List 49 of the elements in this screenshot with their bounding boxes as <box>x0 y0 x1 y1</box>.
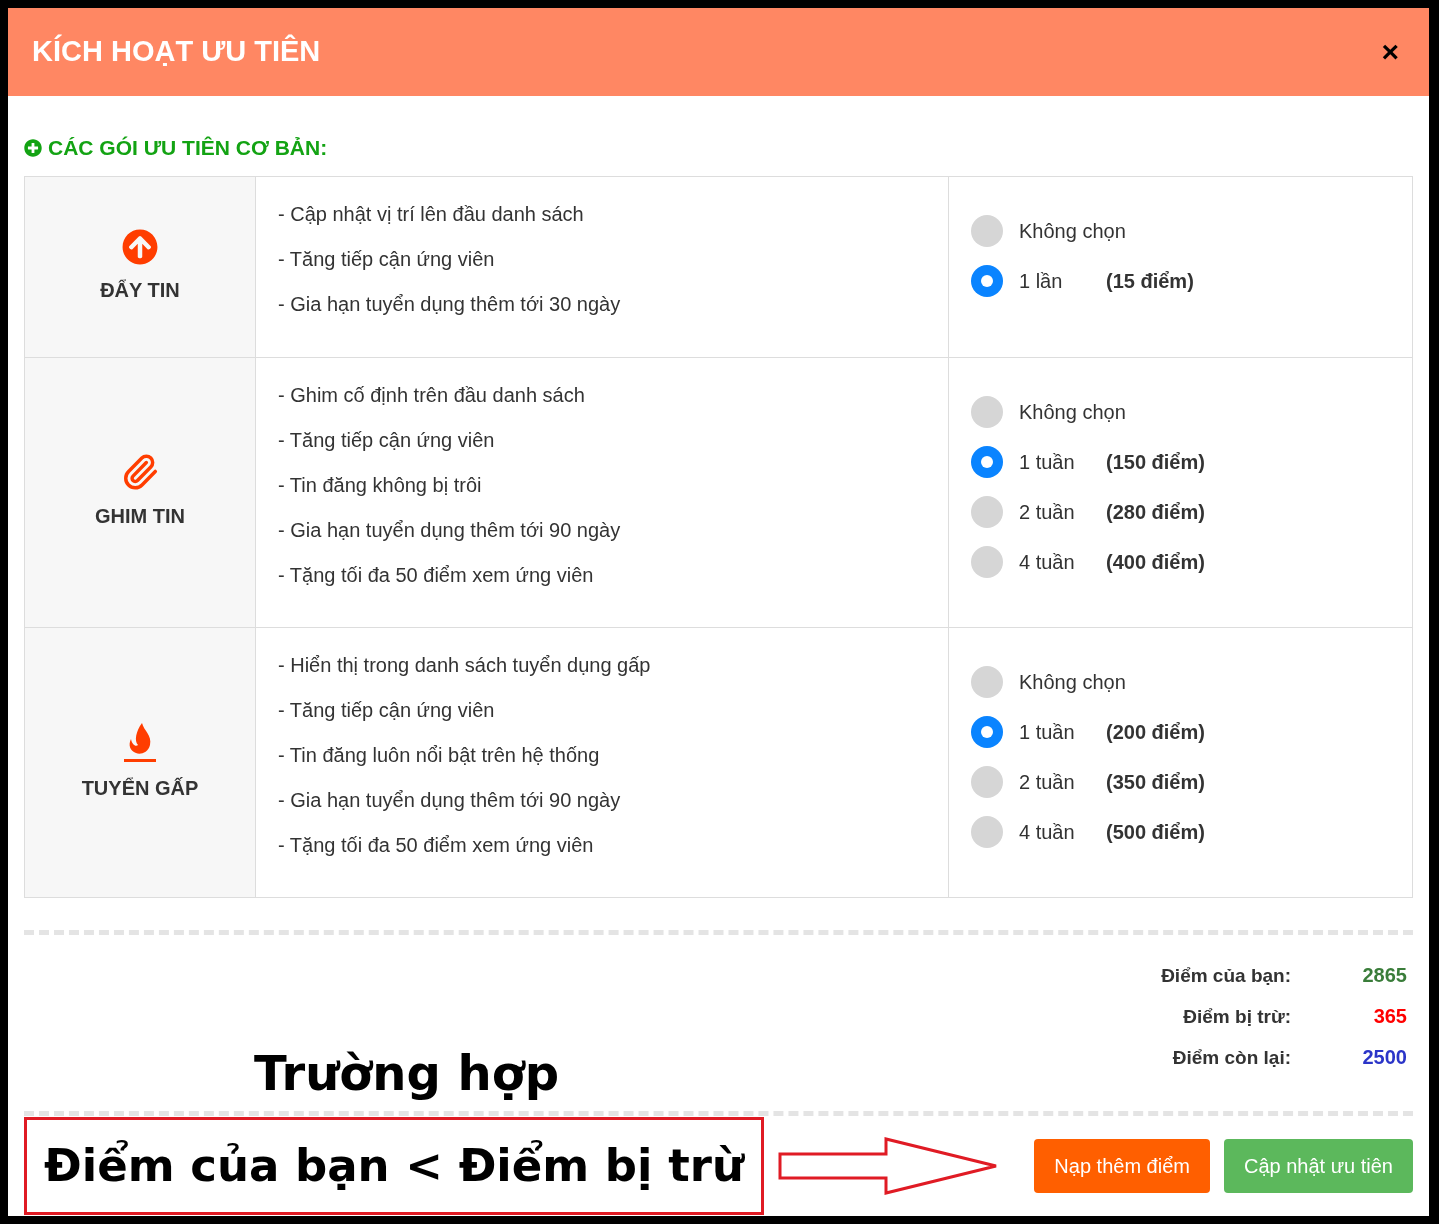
radio-option[interactable]: 1 lần (15 điểm) <box>971 264 1390 298</box>
dialog-title: KÍCH HOẠT ƯU TIÊN <box>32 33 321 70</box>
feature-text: - Tặng tối đa 50 điểm xem ứng viên <box>278 832 595 858</box>
feature-text: - Hiển thị trong danh sách tuyển dụng gấp <box>278 652 652 678</box>
flame-icon <box>122 721 158 763</box>
radio-button[interactable] <box>971 816 1003 848</box>
radio-button[interactable] <box>971 446 1003 478</box>
radio-button[interactable] <box>971 396 1003 428</box>
summary-label: Điểm còn lại: <box>1171 1045 1291 1070</box>
annotation-condition: Điểm của bạn < Điểm bị trừ <box>44 1137 744 1194</box>
feature-text: - Tin đăng không bị trôi <box>278 472 483 498</box>
radio-option[interactable]: 1 tuần (200 điểm) <box>971 715 1390 749</box>
summary-label: Điểm của bạn: <box>1161 963 1291 988</box>
radio-button[interactable] <box>971 666 1003 698</box>
feature-text: - Ghim cố định trên đầu danh sách <box>278 382 586 408</box>
package-name: TUYỂN GẤP <box>81 776 199 801</box>
radio-option[interactable]: 1 tuần (150 điểm) <box>971 445 1390 479</box>
radio-option[interactable]: Không chọn <box>971 395 1390 429</box>
feature-text: - Tăng tiếp cận ứng viên <box>278 697 496 723</box>
radio-option[interactable]: 2 tuần (350 điểm) <box>971 765 1390 799</box>
package-name: GHIM TIN <box>95 504 185 529</box>
radio-button[interactable] <box>971 546 1003 578</box>
radio-button[interactable] <box>971 215 1003 247</box>
close-button[interactable]: × <box>1381 37 1399 67</box>
radio-option[interactable]: Không chọn <box>971 665 1390 699</box>
feature-text: - Tin đăng luôn nổi bật trên hệ thống <box>278 742 601 768</box>
feature-text: - Gia hạn tuyển dụng thêm tới 90 ngày <box>278 787 622 813</box>
paperclip-icon <box>121 453 159 491</box>
summary-value: 2500 <box>1361 1044 1407 1070</box>
radio-option[interactable]: Không chọn <box>971 214 1390 248</box>
summary-value: 2865 <box>1361 962 1407 988</box>
feature-text: - Tăng tiếp cận ứng viên <box>278 427 496 453</box>
summary-value: 365 <box>1372 1003 1407 1029</box>
radio-option[interactable]: 2 tuần (280 điểm) <box>971 495 1390 529</box>
feature-text: - Tặng tối đa 50 điểm xem ứng viên <box>278 562 595 588</box>
summary-label: Điểm bị trừ: <box>1182 1004 1291 1029</box>
feature-text: - Gia hạn tuyển dụng thêm tới 30 ngày <box>278 291 622 317</box>
radio-option[interactable]: 4 tuần (400 điểm) <box>971 545 1390 579</box>
radio-option[interactable]: 4 tuần (500 điểm) <box>971 815 1390 849</box>
radio-button[interactable] <box>971 716 1003 748</box>
package-name: ĐẨY TIN <box>100 277 180 303</box>
section-title: CÁC GÓI ƯU TIÊN CƠ BẢN: <box>48 135 328 161</box>
radio-button[interactable] <box>971 496 1003 528</box>
radio-button[interactable] <box>971 265 1003 297</box>
radio-button[interactable] <box>971 766 1003 798</box>
feature-text: - Tăng tiếp cận ứng viên <box>278 246 496 272</box>
feature-text: - Gia hạn tuyển dụng thêm tới 90 ngày <box>278 517 622 543</box>
feature-text: - Cập nhật vị trí lên đầu danh sách <box>278 201 585 227</box>
annotation-heading: Trường hợp <box>254 1043 560 1103</box>
